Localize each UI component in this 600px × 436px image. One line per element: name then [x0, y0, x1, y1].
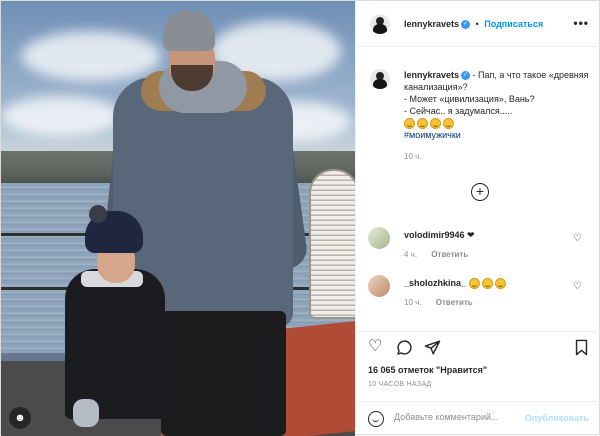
- comment-input[interactable]: [394, 412, 534, 422]
- share-icon[interactable]: [424, 339, 441, 360]
- boy-coat: [65, 269, 165, 419]
- heart-icon[interactable]: ♡: [368, 339, 382, 355]
- commenter-username[interactable]: _sholozhkina_: [404, 278, 466, 288]
- commenter-username[interactable]: volodimir9946: [404, 230, 465, 240]
- comment-text: volodimir9946 ❤: [404, 230, 475, 241]
- commenter-avatar[interactable]: [368, 227, 390, 249]
- comment-time[interactable]: 4 ч.: [404, 250, 417, 259]
- commenter-avatar[interactable]: [368, 275, 390, 297]
- likes-count[interactable]: 16 065 отметок "Нравится": [368, 365, 487, 375]
- reply-button[interactable]: Ответить: [436, 298, 473, 307]
- photo-cloud: [1, 96, 121, 136]
- grinning-emoji-icon: [417, 118, 428, 130]
- comment-meta: 10 ч. Ответить: [404, 298, 485, 307]
- man-hat: [163, 11, 215, 51]
- bookmark-icon[interactable]: [574, 339, 589, 360]
- header-author-line: lennykravets ✓ • Подписаться: [404, 19, 543, 30]
- comment-time[interactable]: 10 ч.: [404, 298, 422, 307]
- grinning-emoji-icon: [443, 118, 454, 130]
- caption-author-avatar[interactable]: [370, 69, 390, 89]
- author-avatar[interactable]: [370, 14, 390, 34]
- comment-meta: 4 ч. Ответить: [404, 250, 480, 259]
- caption-line: - Сейчас.. я задумался.....: [404, 106, 513, 116]
- photo-vent: [309, 169, 355, 319]
- grinning-emoji-icon: [481, 278, 493, 290]
- more-options-icon[interactable]: •••: [573, 16, 589, 30]
- like-comment-heart-icon[interactable]: ♡: [573, 281, 582, 292]
- man-legs: [161, 311, 286, 436]
- hashtag-link[interactable]: #моимужички: [404, 130, 461, 140]
- caption-username[interactable]: lennykravets: [404, 70, 459, 80]
- boy-pompom: [89, 205, 107, 223]
- instagram-post: ☻ lennykravets ✓ • Подписаться ••• lennyk…: [0, 0, 600, 436]
- follow-button[interactable]: Подписаться: [484, 19, 543, 29]
- caption-time[interactable]: 10 ч.: [404, 151, 594, 163]
- emoji-icon[interactable]: [368, 411, 384, 427]
- caption-emojis: [404, 118, 456, 130]
- grinning-emoji-icon: [468, 278, 480, 290]
- post-time-ago[interactable]: 10 ЧАСОВ НАЗАД: [368, 381, 432, 388]
- user-tag-icon[interactable]: ☻: [9, 407, 31, 429]
- publish-button[interactable]: Опубликовать: [525, 413, 589, 423]
- photo-cloud: [21, 31, 161, 81]
- post-header: lennykravets ✓ • Подписаться •••: [356, 1, 600, 47]
- comment-text: _sholozhkina_: [404, 278, 508, 290]
- caption-line: - Может «цивилизация», Вань?: [404, 94, 535, 104]
- verified-icon: ✓: [461, 20, 471, 30]
- verified-icon: ✓: [461, 71, 471, 81]
- plus-circle-icon[interactable]: +: [471, 183, 489, 201]
- grinning-emoji-icon: [494, 278, 506, 290]
- boy-glove: [73, 399, 99, 427]
- post-details-panel: lennykravets ✓ • Подписаться ••• lennykra…: [355, 1, 600, 436]
- grinning-emoji-icon: [430, 118, 441, 130]
- author-username[interactable]: lennykravets: [404, 19, 459, 29]
- add-comment-bar: Опубликовать: [356, 401, 600, 436]
- post-caption: lennykravets ✓ - Пап, а что такое «древня…: [404, 69, 594, 163]
- grinning-emoji-icon: [404, 118, 415, 130]
- action-bar: ♡: [356, 331, 600, 361]
- heart-emoji: ❤: [467, 230, 475, 240]
- post-photo[interactable]: ☻: [1, 1, 355, 436]
- separator-dot: •: [475, 19, 479, 29]
- reply-button[interactable]: Ответить: [431, 250, 468, 259]
- like-comment-heart-icon[interactable]: ♡: [573, 233, 582, 244]
- comment-icon[interactable]: [396, 339, 413, 360]
